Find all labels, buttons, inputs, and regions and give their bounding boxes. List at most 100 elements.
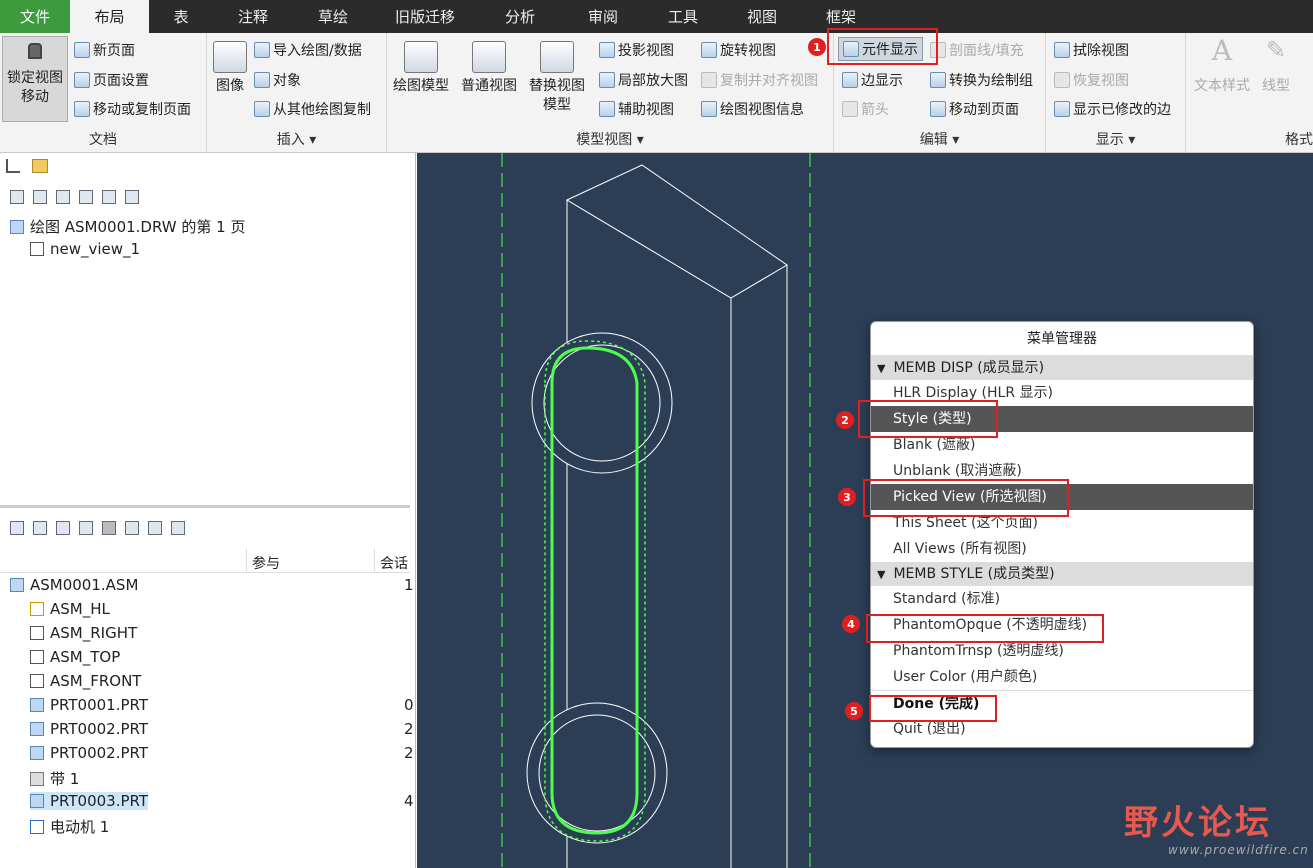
auxiliary-view-button[interactable]: 辅助视图 <box>599 99 674 119</box>
cube-icon[interactable] <box>33 521 47 535</box>
model-tree-item-selected[interactable]: PRT0003.PRT 4 <box>30 792 414 810</box>
group-label-display[interactable]: 显示 ▾ <box>1046 129 1185 149</box>
import-drawing-data-button[interactable]: 导入绘图/数据 <box>254 40 362 60</box>
model-tree-item[interactable]: PRT0002.PRT 2 <box>30 744 414 762</box>
menu-item-hlr-display[interactable]: HLR Display (HLR 显示) <box>871 380 1253 406</box>
memb-style-header[interactable]: ▼ MEMB STYLE (成员类型) <box>871 562 1253 586</box>
model-tree-tab-icon[interactable] <box>6 159 20 173</box>
collapse-triangle-icon: ▼ <box>877 568 886 581</box>
tab-layout[interactable]: 布局 <box>70 0 149 33</box>
settings-icon[interactable] <box>148 521 162 535</box>
import-icon <box>254 42 270 58</box>
layer-tree-tab-icon[interactable] <box>32 159 48 173</box>
menu-item-phantom-transparent[interactable]: PhantomTrnsp (透明虚线) <box>871 638 1253 664</box>
object-button[interactable]: 对象 <box>254 70 301 90</box>
model-tree-item[interactable]: ASM_RIGHT <box>30 624 137 642</box>
copy-from-drawing-button[interactable]: 从其他绘图复制 <box>254 99 371 119</box>
rotate-view-button[interactable]: 旋转视图 <box>701 40 776 60</box>
page-setup-icon <box>74 72 90 88</box>
model-tree-item[interactable]: 电动机 1 <box>30 816 109 837</box>
menu-item-phantom-opaque[interactable]: PhantomOpque (不透明虚线) <box>871 612 1253 638</box>
column-session[interactable]: 会话 <box>380 553 408 573</box>
group-label-document: 文档 <box>89 132 117 148</box>
group-label-insert[interactable]: 插入 ▾ <box>207 129 386 149</box>
filter-icon[interactable] <box>125 521 139 535</box>
text-style-button[interactable]: A 文本样式 <box>1194 37 1250 96</box>
settings-icon[interactable] <box>79 190 93 204</box>
erase-view-button[interactable]: 拭除视图 <box>1054 40 1129 60</box>
drawing-tree-root[interactable]: 绘图 ASM0001.DRW 的第 1 页 <box>10 216 245 237</box>
outline-icon[interactable] <box>56 190 70 204</box>
menu-item-quit[interactable]: Quit (退出) <box>871 716 1253 742</box>
tab-legacy-migration[interactable]: 旧版迁移 <box>373 0 477 33</box>
layers-icon[interactable] <box>125 190 139 204</box>
copy-align-view-button[interactable]: 复制并对齐视图 <box>701 70 818 90</box>
rotate-icon <box>701 42 717 58</box>
move-to-page-button[interactable]: 移动到页面 <box>930 99 1019 119</box>
tab-sketch[interactable]: 草绘 <box>293 0 373 33</box>
tab-review[interactable]: 审阅 <box>563 0 643 33</box>
tab-frame[interactable]: 框架 <box>801 0 881 33</box>
drawing-view-info-button[interactable]: 绘图视图信息 <box>701 99 804 119</box>
filter-icon[interactable] <box>102 190 116 204</box>
model-tree-item[interactable]: ASM_TOP <box>30 648 120 666</box>
list-icon[interactable] <box>33 190 47 204</box>
move-copy-page-button[interactable]: 移动或复制页面 <box>74 99 191 119</box>
lock-view-move-button[interactable]: 锁定视图 移动 <box>2 36 68 122</box>
tab-view[interactable]: 视图 <box>723 0 801 33</box>
image-button[interactable]: 图像 <box>213 41 247 96</box>
page-setup-button[interactable]: 页面设置 <box>74 70 149 90</box>
model-tree-item[interactable]: PRT0002.PRT 2 <box>30 720 414 738</box>
line-style-button[interactable]: ✎ 线型 <box>1262 38 1290 96</box>
column-divider <box>374 549 375 573</box>
convert-to-draw-group-button[interactable]: 转换为绘制组 <box>930 70 1033 90</box>
model-tree-item[interactable]: ASM0001.ASM 1 <box>10 576 414 594</box>
new-page-button[interactable]: 新页面 <box>74 40 135 60</box>
arrow-button[interactable]: 箭头 <box>842 99 889 119</box>
memb-disp-header[interactable]: ▼ MEMB DISP (成员显示) <box>871 356 1253 380</box>
menu-item-all-views[interactable]: All Views (所有视图) <box>871 536 1253 562</box>
projection-view-button[interactable]: 投影视图 <box>599 40 674 60</box>
menu-item-unblank[interactable]: Unblank (取消遮蔽) <box>871 458 1253 484</box>
restore-view-button[interactable]: 恢复视图 <box>1054 70 1129 90</box>
model-tree-item[interactable]: ASM_HL <box>30 600 110 618</box>
replace-view-model-button[interactable]: 替换视图 模型 <box>529 41 585 115</box>
menu-item-standard[interactable]: Standard (标准) <box>871 586 1253 612</box>
model-tree-item[interactable]: 带 1 <box>30 768 79 789</box>
component-display-button[interactable]: 元件显示 <box>838 37 923 61</box>
menu-item-this-sheet[interactable]: This Sheet (这个页面) <box>871 510 1253 536</box>
show-icon[interactable] <box>10 190 24 204</box>
tab-annotate[interactable]: 注释 <box>213 0 293 33</box>
model-tree-item[interactable]: ASM_FRONT <box>30 672 141 690</box>
list-icon[interactable] <box>56 521 70 535</box>
tab-tools[interactable]: 工具 <box>643 0 723 33</box>
general-view-button[interactable]: 普通视图 <box>461 41 517 96</box>
menu-item-done[interactable]: Done (完成) <box>871 690 1253 716</box>
show-modified-edges-button[interactable]: 显示已修改的边 <box>1054 99 1171 119</box>
menu-item-picked-view[interactable]: Picked View (所选视图) <box>871 484 1253 510</box>
group-label-model-view[interactable]: 模型视图 ▾ <box>387 129 833 149</box>
tab-table[interactable]: 表 <box>149 0 213 33</box>
columns-icon[interactable] <box>102 521 116 535</box>
edge-display-button[interactable]: 边显示 <box>842 70 903 90</box>
group-label-edit[interactable]: 编辑 ▾ <box>834 129 1045 149</box>
watermark-url: www.proewildfire.cn <box>1168 843 1309 857</box>
drawing-model-button[interactable]: 绘图模型 <box>393 41 449 96</box>
group-document: 锁定视图 移动 新页面 页面设置 移动或复制页面 文档 <box>0 33 207 153</box>
menu-item-blank[interactable]: Blank (遮蔽) <box>871 432 1253 458</box>
detail-view-button[interactable]: 局部放大图 <box>599 70 688 90</box>
panel-tab-bar <box>6 155 48 177</box>
menu-item-style[interactable]: Style (类型) <box>871 406 1253 432</box>
menu-item-user-color[interactable]: User Color (用户颜色) <box>871 664 1253 690</box>
section-hatch-button[interactable]: 剖面线/填充 <box>930 40 1024 60</box>
tab-analysis[interactable]: 分析 <box>477 0 563 33</box>
panel-splitter[interactable] <box>0 505 410 508</box>
tab-file[interactable]: 文件 <box>0 0 70 33</box>
ribbon-tab-bar: 文件 布局 表 注释 草绘 旧版迁移 分析 审阅 工具 视图 框架 <box>0 0 1313 33</box>
layers-icon[interactable] <box>171 521 185 535</box>
column-participate[interactable]: 参与 <box>252 553 280 573</box>
model-tree-item[interactable]: PRT0001.PRT 0 <box>30 696 414 714</box>
drawing-tree-view[interactable]: new_view_1 <box>30 240 140 258</box>
part-show-icon[interactable] <box>10 521 24 535</box>
outline-icon[interactable] <box>79 521 93 535</box>
